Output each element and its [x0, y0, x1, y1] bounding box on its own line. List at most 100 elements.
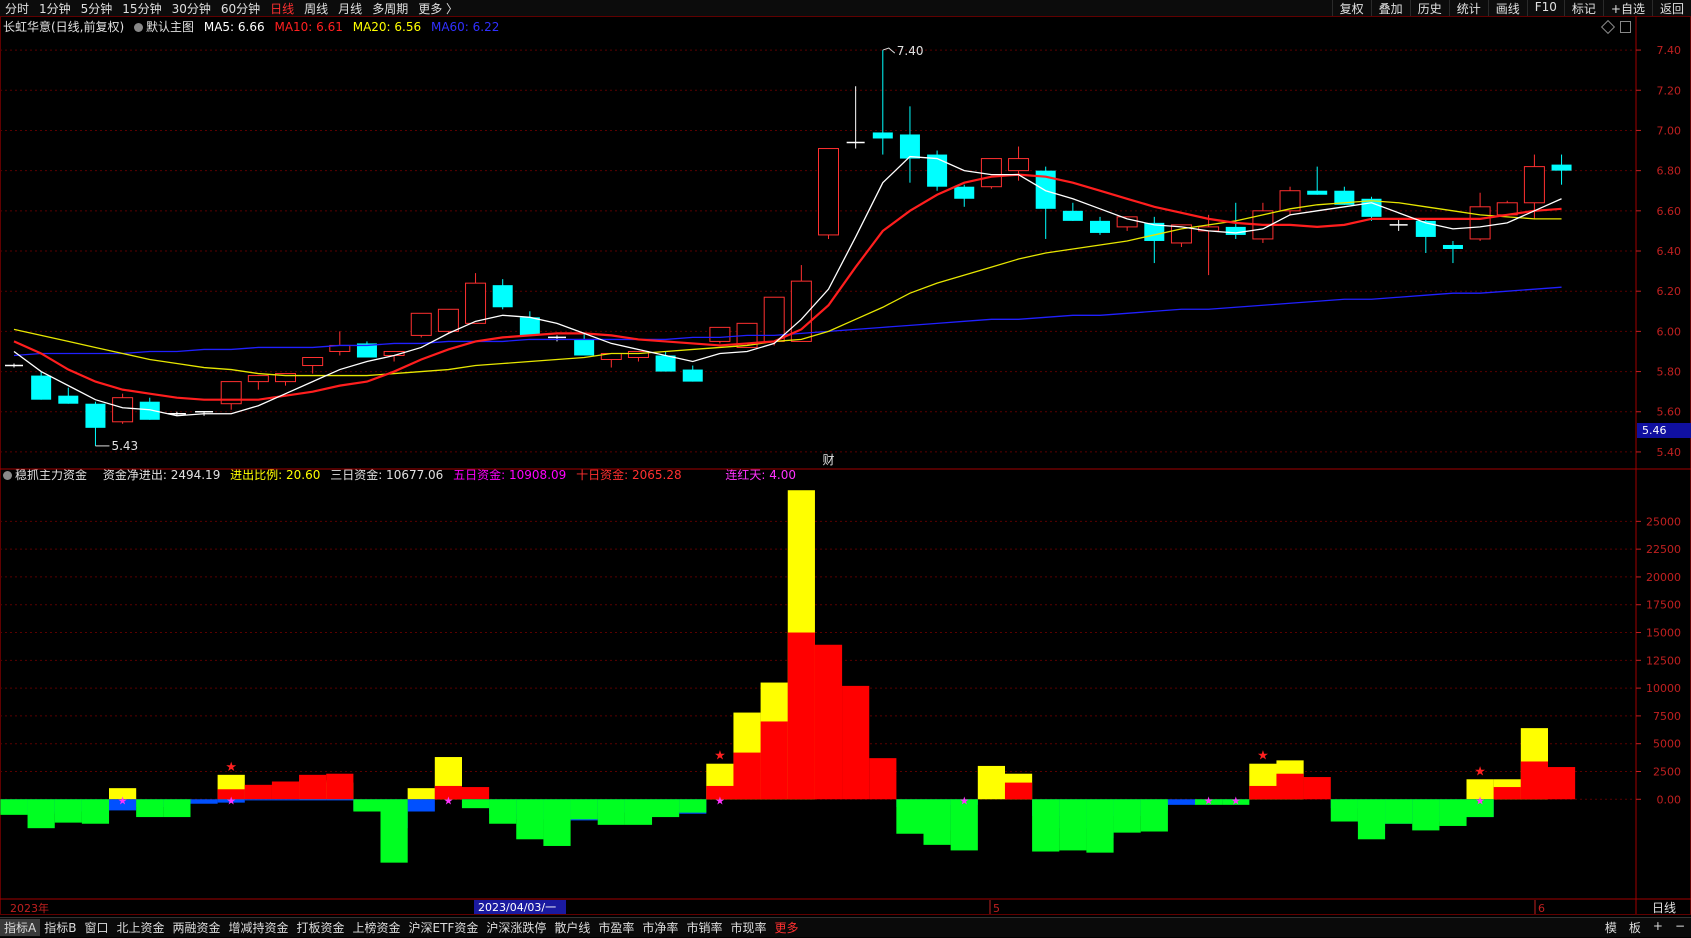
period-tab-10[interactable]: 更多 〉 — [413, 0, 463, 17]
flow-bar-green — [652, 799, 680, 818]
indicator-tab-2[interactable]: 窗口 — [80, 919, 112, 936]
tool-menu-0[interactable]: 复权 — [1331, 0, 1371, 17]
candle-body-down — [1442, 244, 1463, 249]
period-tab-2[interactable]: 5分钟 — [76, 0, 118, 17]
ma60-line — [13, 286, 1562, 357]
flow-bar-green — [1330, 799, 1358, 822]
tool-menu-1[interactable]: 叠加 — [1370, 0, 1410, 17]
panel-tool-0[interactable]: 模 — [1599, 919, 1623, 936]
period-toolbar: 分时 1分钟 5分钟 15分钟 30分钟 60分钟 日线 周线 月线 多周期 更多 〉 复权 叠加 历史… — [0, 0, 1691, 17]
candle-body-down — [682, 369, 703, 382]
period-tab-7[interactable]: 周线 — [299, 0, 333, 17]
indicator-tab-3[interactable]: 北上资金 — [112, 919, 168, 936]
indicator-tab-6[interactable]: 打板资金 — [293, 919, 349, 936]
tool-menu-6[interactable]: 标记 — [1563, 0, 1603, 17]
period-tab-5[interactable]: 60分钟 — [216, 0, 265, 17]
flow-bar-green — [1032, 799, 1060, 852]
price-tick-label: 7.20 — [1657, 84, 1682, 97]
candle-body-up — [302, 356, 324, 367]
candle-body-up — [818, 148, 839, 236]
candle-body-up — [465, 282, 487, 324]
flow-bar-green — [1357, 799, 1386, 840]
period-tab-8[interactable]: 月线 — [333, 0, 367, 17]
period-tab-1[interactable]: 1分钟 — [34, 0, 76, 17]
panel-tool-2[interactable]: + — [1647, 919, 1669, 936]
indicator-tab-7[interactable]: 上榜资金 — [349, 919, 405, 936]
flow-bar-green — [597, 799, 625, 825]
candle-body-up — [112, 397, 134, 423]
candle-body-down — [655, 355, 676, 372]
flow-bar-red — [1276, 773, 1304, 800]
flow-bar-blue — [299, 799, 327, 801]
indicator-tab-1[interactable]: 指标B — [40, 919, 80, 936]
flow-bar-red — [1249, 785, 1277, 800]
tool-menu-3[interactable]: 统计 — [1448, 0, 1488, 17]
indicator-tab-0[interactable]: 指标A — [0, 919, 41, 936]
flow-bar-green — [923, 799, 951, 845]
tool-menu-4[interactable]: 画线 — [1487, 0, 1527, 17]
indicator-tab-8[interactable]: 沪深ETF资金 — [405, 919, 483, 936]
flow-bar-blue — [271, 799, 300, 801]
flow-bar-green — [1140, 799, 1168, 832]
indicator-tab-13[interactable]: 市销率 — [682, 919, 726, 936]
magenta-star-marker: ★ — [443, 794, 453, 807]
price-tick-label: 7.00 — [1657, 124, 1682, 137]
flow-bar-red — [1520, 761, 1548, 800]
period-tab-group: 分时 1分钟 5分钟 15分钟 30分钟 60分钟 日线 周线 月线 多周期 更多 〉 — [0, 0, 463, 17]
high-arrow — [882, 47, 896, 54]
time-label-year: 2023年 — [10, 901, 49, 915]
flow-bar-red — [1004, 782, 1033, 800]
period-tab-9[interactable]: 多周期 — [367, 0, 413, 17]
indicator-tab-5[interactable]: 增减持资金 — [225, 919, 293, 936]
flow-bar-green — [461, 799, 490, 809]
indicator-tab-15[interactable]: 更多 — [770, 919, 802, 936]
flow-bar-red — [814, 644, 843, 800]
indicator-tab-14[interactable]: 市现率 — [726, 919, 770, 936]
flow-bar-green — [489, 799, 517, 824]
tool-menu-5[interactable]: F10 — [1526, 0, 1564, 17]
period-indicator: 日线 — [1652, 901, 1676, 915]
magenta-star-marker: ★ — [1204, 794, 1214, 807]
indicator-tick-label: 25000 — [1646, 515, 1681, 528]
panel-tool-3[interactable]: − — [1669, 919, 1691, 936]
tool-menu-7[interactable]: +自选 — [1602, 0, 1652, 17]
candle-body-down — [31, 375, 52, 400]
period-tab-4[interactable]: 30分钟 — [167, 0, 216, 17]
indicator-tab-group: 指标A 指标B 窗口 北上资金 两融资金 增减持资金 打板资金 上榜资金 沪深ETF资金 沪深涨跌… — [0, 919, 802, 936]
red-star-marker: ★ — [1474, 764, 1486, 779]
candle-body-up — [1523, 166, 1545, 204]
time-label-month6: 6 — [1538, 902, 1545, 915]
indicator-tick-label: 20000 — [1646, 571, 1681, 584]
candle-body-up — [980, 158, 1002, 188]
period-tab-0[interactable]: 分时 — [0, 0, 34, 17]
tool-menu-8[interactable]: 返回 — [1651, 0, 1691, 17]
flow-bar-green — [0, 799, 28, 815]
flow-bar-blue — [244, 799, 272, 801]
candle-body-down — [954, 186, 975, 199]
red-star-marker: ★ — [1257, 749, 1269, 764]
indicator-tab-11[interactable]: 市盈率 — [594, 919, 638, 936]
indicator-tab-4[interactable]: 两融资金 — [168, 919, 224, 936]
tool-menu-2[interactable]: 历史 — [1409, 0, 1449, 17]
flow-bar-green — [516, 799, 544, 840]
flow-bar-green — [624, 799, 653, 825]
candle-body-down — [927, 154, 948, 187]
indicator-tab-9[interactable]: 沪深涨跌停 — [482, 919, 550, 936]
indicator-tab-10[interactable]: 散户线 — [550, 919, 594, 936]
flow-bar-green — [679, 799, 707, 813]
period-tab-3[interactable]: 15分钟 — [117, 0, 166, 17]
indicator-tab-12[interactable]: 市净率 — [638, 919, 682, 936]
candle-body-up — [437, 308, 459, 332]
period-tab-6[interactable]: 日线 — [265, 0, 299, 17]
flow-bar-red — [733, 752, 761, 800]
panel-tool-1[interactable]: 板 — [1623, 919, 1647, 936]
magenta-star-marker: ★ — [959, 794, 969, 807]
flow-bar-red — [1547, 767, 1576, 800]
low-price-label: 5.43 — [111, 439, 138, 453]
indicator-tick-label: 5000 — [1653, 738, 1681, 751]
candle-body-down — [872, 132, 893, 139]
high-price-label: 7.40 — [897, 44, 924, 58]
price-tick-label: 7.40 — [1657, 44, 1682, 57]
flow-bar-green — [353, 799, 381, 812]
flow-bar-blue — [1167, 799, 1196, 805]
